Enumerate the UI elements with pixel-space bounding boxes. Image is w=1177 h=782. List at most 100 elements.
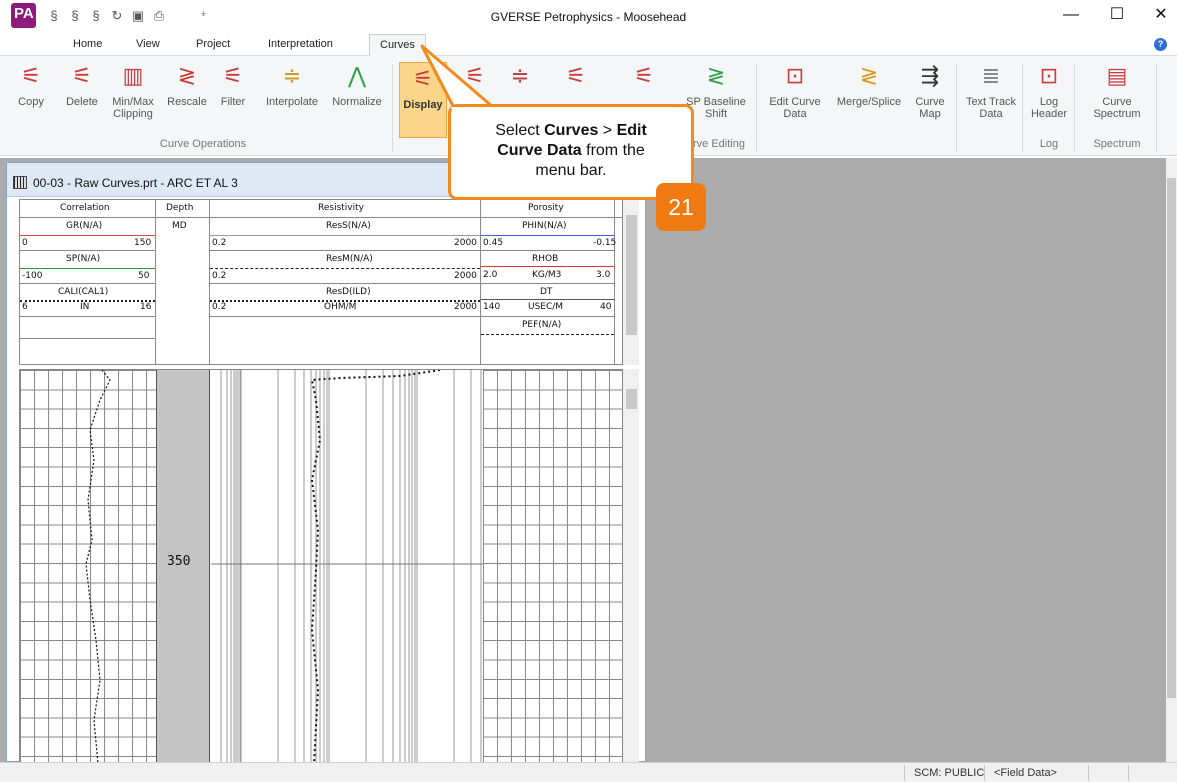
track-divider xyxy=(155,200,156,364)
tab-home[interactable]: Home xyxy=(73,38,102,50)
status-field: <Field Data> xyxy=(994,767,1057,779)
curve-resm-min: 0.2 xyxy=(212,271,227,281)
track-title-resistivity: Resistivity xyxy=(318,203,364,213)
plot-scrollbar[interactable] xyxy=(623,369,639,763)
filter-button[interactable]: ⚟ Filter xyxy=(214,60,252,108)
close-button[interactable]: ✕ xyxy=(1146,4,1176,28)
header-divider xyxy=(210,283,480,284)
rescale-label: Rescale xyxy=(167,96,207,108)
workspace-scrollbar[interactable] xyxy=(1166,158,1177,762)
group-separator xyxy=(392,64,393,152)
curve-dt-line xyxy=(481,299,614,300)
scrollbar-thumb[interactable] xyxy=(626,215,637,335)
text-track-icon: ≣ xyxy=(981,63,1001,88)
tab-view[interactable]: View xyxy=(136,38,160,50)
group-spectrum: Spectrum xyxy=(1093,138,1141,150)
group-curve-editing: rve Editing xyxy=(693,138,745,150)
curve-resd-max: 2000 xyxy=(454,302,477,312)
log-document-icon xyxy=(13,176,27,189)
merge-splice-label: Merge/Splice xyxy=(836,96,902,108)
group-separator xyxy=(1074,64,1075,152)
curve-spectrum-button[interactable]: ▤ Curve Spectrum xyxy=(1080,60,1154,120)
curve-rhob-unit: KG/M3 xyxy=(532,270,562,280)
group-separator xyxy=(1156,64,1157,152)
curve-phin-min: 0.45 xyxy=(483,238,504,248)
interpolate-button[interactable]: ≑ Interpolate xyxy=(258,60,326,108)
group-separator xyxy=(1022,64,1023,152)
curve-stretch-icon: ⚟ xyxy=(634,63,654,88)
group-curve-operations: Curve Operations xyxy=(159,138,247,150)
curve-depth-shift-button[interactable]: ⚟ xyxy=(556,60,596,96)
log-header-button[interactable]: ⊡ Log Header xyxy=(1028,60,1070,120)
header-divider xyxy=(481,250,614,251)
scrollbar-thumb[interactable] xyxy=(626,389,637,409)
merge-splice-button[interactable]: ≷ Merge/Splice xyxy=(830,60,908,108)
document-window: 00-03 - Raw Curves.prt - ARC ET AL 3 Cor… xyxy=(6,162,646,763)
normalize-button[interactable]: ⋀ Normalize xyxy=(328,60,386,108)
log-header-panel: Correlation Depth Resistivity Porosity M… xyxy=(19,199,624,365)
curve-map-button[interactable]: ⇶ Curve Map xyxy=(910,60,950,120)
callout-pointer-cover xyxy=(451,107,481,109)
delete-label: Delete xyxy=(66,96,98,108)
minimize-button[interactable]: — xyxy=(1056,4,1086,28)
curve-resm-name[interactable]: ResM(N/A) xyxy=(326,254,373,264)
curve-ress-line xyxy=(210,235,480,236)
text-track-data-button[interactable]: ≣ Text Track Data xyxy=(962,60,1020,120)
curve-stretch-button[interactable]: ⚟ xyxy=(624,60,664,96)
callout-bold-text: Curve Data xyxy=(497,142,582,159)
header-divider xyxy=(481,316,614,317)
curve-spectrum-label-2: Spectrum xyxy=(1093,108,1141,120)
curve-pef-name[interactable]: PEF(N/A) xyxy=(522,320,561,330)
curve-cal-max: 16 xyxy=(140,302,152,312)
rescale-icon: ≷ xyxy=(177,63,197,88)
curve-gr-max: 150 xyxy=(134,238,152,248)
curve-ress-max: 2000 xyxy=(454,238,477,248)
copy-button[interactable]: ⚟ Copy xyxy=(16,60,46,108)
curve-dt-name[interactable]: DT xyxy=(540,287,552,297)
document-title: 00-03 - Raw Curves.prt - ARC ET AL 3 xyxy=(33,176,238,190)
min-max-clipping-button[interactable]: ▥ Min/Max Clipping xyxy=(104,60,162,120)
sp-baseline-icon: ≷ xyxy=(706,63,726,88)
curve-sp-name[interactable]: SP(N/A) xyxy=(66,254,100,264)
delete-button[interactable]: ⚟ Delete xyxy=(62,60,102,108)
curve-gr-name[interactable]: GR(N/A) xyxy=(66,221,102,231)
curve-resm-max: 2000 xyxy=(454,271,477,281)
curve-spectrum-label-1: Curve xyxy=(1102,96,1132,108)
curve-resd-name[interactable]: ResD(ILD) xyxy=(326,287,371,297)
curve-rhob-name[interactable]: RHOB xyxy=(532,254,558,264)
tab-interpretation[interactable]: Interpretation xyxy=(268,38,333,50)
log-header-label-2: Header xyxy=(1030,108,1068,120)
callout-line-2: Curve Data from the xyxy=(451,141,691,161)
edit-curve-data-button[interactable]: ⊡ Edit Curve Data xyxy=(762,60,828,120)
header-divider xyxy=(20,338,155,339)
curve-sp-max: 50 xyxy=(138,271,150,281)
curve-rhob-max: 3.0 xyxy=(596,270,611,280)
edit-curve-label-2: Data xyxy=(783,108,807,120)
tab-project[interactable]: Project xyxy=(196,38,230,50)
interpolate-label: Interpolate xyxy=(266,96,318,108)
curve-dt-max: 40 xyxy=(600,302,612,312)
clipping-label-1: Min/Max xyxy=(112,96,154,108)
track-title-porosity: Porosity xyxy=(528,203,564,213)
curve-ress-name[interactable]: ResS(N/A) xyxy=(326,221,371,231)
rescale-button[interactable]: ≷ Rescale xyxy=(163,60,211,108)
help-icon[interactable]: ? xyxy=(1154,38,1167,51)
status-separator xyxy=(984,765,985,781)
curve-dt-unit: USEC/M xyxy=(528,302,564,312)
curve-pef-line xyxy=(481,334,614,335)
curve-map-label-2: Map xyxy=(919,108,941,120)
curve-phin-name[interactable]: PHIN(N/A) xyxy=(522,221,567,231)
callout-line-3: menu bar. xyxy=(535,162,607,179)
curve-rhob-min: 2.0 xyxy=(483,270,498,280)
ribbon-tabs: Home View Project Interpretation Curves … xyxy=(0,34,1177,57)
maximize-button[interactable]: ☐ xyxy=(1102,4,1132,28)
header-scrollbar[interactable] xyxy=(623,199,639,365)
log-header-icon: ⊡ xyxy=(1039,63,1059,88)
curve-cal-name[interactable]: CALI(CAL1) xyxy=(58,287,108,297)
scrollbar-thumb[interactable] xyxy=(1167,178,1176,698)
merge-splice-icon: ≷ xyxy=(859,63,879,88)
curve-depth-shift-icon: ⚟ xyxy=(566,63,586,88)
copy-curve-icon: ⚟ xyxy=(21,63,41,88)
header-divider xyxy=(20,217,624,218)
log-plot-area[interactable]: 350 xyxy=(19,369,623,763)
